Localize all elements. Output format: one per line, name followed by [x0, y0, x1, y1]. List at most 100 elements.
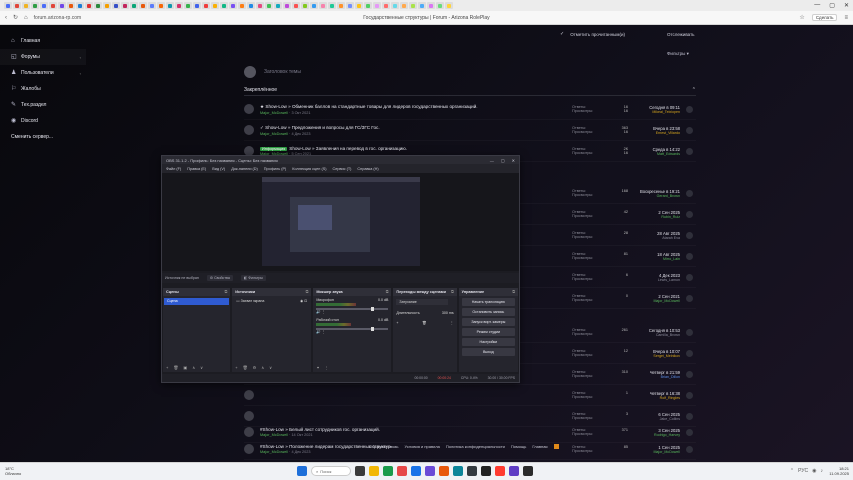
browser-tab[interactable]: [355, 2, 363, 9]
new-thread-row[interactable]: Заголовок темы: [244, 66, 301, 78]
scene-item[interactable]: Сцена: [164, 298, 230, 305]
thread-title[interactable]: ✓ Show-Low » Предложения и вопросы для Г…: [260, 125, 572, 131]
footer-link[interactable]: Помощь: [511, 444, 526, 449]
obs-menu-item[interactable]: Файл (F): [166, 167, 181, 171]
obs-menu-item[interactable]: Справка (H): [357, 167, 378, 171]
subscribe-link[interactable]: Отслеживать: [667, 32, 695, 37]
trash-icon[interactable]: 🗑: [243, 365, 248, 370]
bookmark-icon[interactable]: ☆: [799, 14, 804, 21]
taskbar-app-icon[interactable]: [411, 466, 421, 476]
thread-title[interactable]: Информация Show-Low » Заявления на перево…: [260, 146, 572, 151]
sidebar-item[interactable]: ◱ Форумы ‹: [0, 49, 86, 65]
obs-menu-item[interactable]: Коллекция сцен (S): [292, 167, 326, 171]
browser-tab[interactable]: [121, 2, 129, 9]
browser-tab[interactable]: [13, 2, 21, 9]
tray-icon[interactable]: РУС: [798, 468, 808, 474]
browser-tab[interactable]: [85, 2, 93, 9]
latest-author[interactable]: Major_McDowell: [632, 450, 680, 454]
tray-icon[interactable]: ♪: [821, 468, 824, 474]
thread-title-text[interactable]: Show-Low » Заявления на перевод в гос. о…: [289, 146, 407, 151]
down-icon[interactable]: ∨: [200, 365, 203, 370]
back-icon[interactable]: ‹: [5, 15, 7, 21]
minimize-icon[interactable]: —: [490, 158, 494, 163]
slider-handle[interactable]: [371, 327, 375, 331]
latest-author[interactable]: Major_McDowell: [632, 299, 680, 303]
profile-button[interactable]: Сделать: [811, 14, 838, 21]
latest-author[interactable]: Lewis_Lamon: [632, 278, 680, 282]
latest-author[interactable]: Rolf_Ringles: [632, 396, 680, 400]
browser-tab[interactable]: [283, 2, 291, 9]
pinned-header[interactable]: Закреплённое ⌃: [244, 85, 696, 96]
add-icon[interactable]: +: [396, 321, 398, 325]
browser-tab[interactable]: [49, 2, 57, 9]
browser-tab[interactable]: [58, 2, 66, 9]
browser-tab[interactable]: [382, 2, 390, 9]
browser-tab[interactable]: [409, 2, 417, 9]
browser-tab[interactable]: [436, 2, 444, 9]
taskbar-app-icon[interactable]: [523, 466, 533, 476]
obs-menu-item[interactable]: Правка (E): [187, 167, 206, 171]
browser-tab[interactable]: [184, 2, 192, 9]
trash-icon[interactable]: 🗑: [422, 321, 427, 325]
down-icon[interactable]: ∨: [269, 365, 272, 370]
taskbar-app-icon[interactable]: [509, 466, 519, 476]
collapse-icon[interactable]: ⌃: [692, 87, 696, 93]
browser-tab[interactable]: [292, 2, 300, 9]
footer-link[interactable]: Политика конфиденциальности: [446, 444, 505, 449]
browser-tab[interactable]: [112, 2, 120, 9]
taskbar-app-icon[interactable]: [397, 466, 407, 476]
browser-tab[interactable]: [445, 2, 453, 9]
volume-slider[interactable]: [316, 327, 389, 331]
obs-menu-item[interactable]: Профиль (P): [264, 167, 287, 171]
thread-author[interactable]: Major_McDowell: [260, 433, 288, 437]
browser-tab[interactable]: [220, 2, 228, 9]
browser-tab[interactable]: [337, 2, 345, 9]
sidebar-item[interactable]: ⚐ Жалобы: [0, 81, 86, 97]
thread-row[interactable]: ✓ Show-Low » Предложения и вопросы для Г…: [244, 120, 696, 141]
browser-tab[interactable]: [328, 2, 336, 9]
latest-author[interactable]: Mikeal_Teixiopen: [632, 110, 680, 114]
mark-read-link[interactable]: Отметить прочитанным(и): [570, 32, 625, 37]
control-button[interactable]: Остановить запись: [461, 308, 515, 316]
filters-dropdown[interactable]: Фильтры ▾: [667, 51, 689, 57]
browser-tab[interactable]: [31, 2, 39, 9]
thread-row[interactable]: ★ Show-Low » Обменник баллов на стандарт…: [244, 99, 696, 120]
clock[interactable]: 18:21 11.09.2025: [829, 466, 849, 476]
maximize-icon[interactable]: ▢: [829, 2, 835, 9]
link-icon[interactable]: ⚭: [316, 365, 319, 370]
browser-tab[interactable]: [148, 2, 156, 9]
more-icon[interactable]: ⋮: [325, 365, 329, 370]
source-item[interactable]: ▭ Захват экрана ◉ ⊡: [233, 298, 310, 305]
taskbar-app-icon[interactable]: [355, 466, 365, 476]
up-icon[interactable]: ∧: [192, 365, 195, 370]
thread-row[interactable]: Ответы: 1 Просмотры: Четверг в 16:38 Rolf_Ri…: [244, 385, 696, 406]
latest-author[interactable]: Matt_Edwards: [632, 152, 680, 156]
add-icon[interactable]: +: [166, 365, 168, 370]
browser-tab[interactable]: [346, 2, 354, 9]
taskbar-app-icon[interactable]: [467, 466, 477, 476]
browser-tab[interactable]: [319, 2, 327, 9]
thread-author[interactable]: Major_McDowell: [260, 111, 288, 115]
browser-tab[interactable]: [40, 2, 48, 9]
browser-tab[interactable]: [229, 2, 237, 9]
browser-tab[interactable]: [4, 2, 12, 9]
obs-menu-item[interactable]: Док-панели (D): [231, 167, 258, 171]
thread-title-text[interactable]: ✓ Show-Low » Предложения и вопросы для Г…: [260, 125, 380, 130]
browser-tab[interactable]: [301, 2, 309, 9]
minimize-icon[interactable]: —: [814, 2, 820, 9]
url-field[interactable]: forum.arizona-rp.com: [34, 15, 82, 21]
latest-author[interactable]: Mirro_Lain: [632, 257, 680, 261]
thread-title[interactable]: #Show-Low » Белый лист сотрудников гос. …: [260, 427, 572, 432]
control-button[interactable]: Начать трансляцию: [461, 298, 515, 306]
taskbar-app-icon[interactable]: [453, 466, 463, 476]
properties-button[interactable]: ⚙ Свойства: [206, 275, 233, 281]
tray-icon[interactable]: ◉: [812, 468, 816, 474]
footer-link[interactable]: Обратная связь: [369, 444, 398, 449]
thread-title-text[interactable]: ★ Show-Low » Обменник баллов на стандарт…: [260, 104, 478, 109]
latest-author[interactable]: Jake_Collins: [632, 417, 680, 421]
sidebar-item[interactable]: ♟ Пользователи ‹: [0, 65, 86, 81]
menu-icon[interactable]: ≡: [844, 15, 848, 21]
eye-icon[interactable]: ◉ ⊡: [300, 298, 307, 305]
latest-author[interactable]: Camilla_Brown: [632, 333, 680, 337]
speaker-icon[interactable]: 🔊 ⋮: [316, 310, 325, 314]
